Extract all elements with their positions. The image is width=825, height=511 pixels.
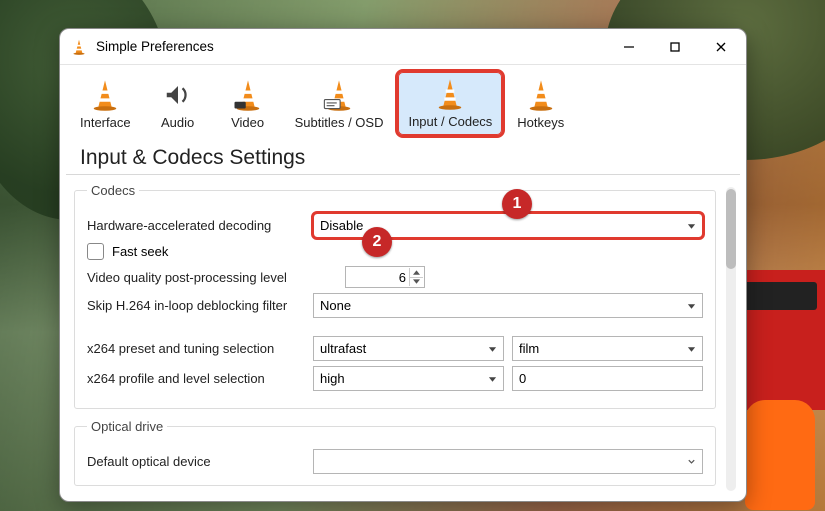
close-button[interactable] <box>698 31 744 63</box>
tab-video[interactable]: Video <box>213 71 283 138</box>
row-x264-profile: x264 profile and level selection high 0 <box>87 366 703 391</box>
vertical-scrollbar[interactable] <box>726 187 736 491</box>
preferences-window: Simple Preferences Interface Audio Video <box>59 28 747 502</box>
chevron-down-icon <box>687 298 696 313</box>
group-codecs: Codecs Hardware-accelerated decoding Dis… <box>74 183 716 409</box>
fast-seek-label: Fast seek <box>112 244 168 259</box>
postproc-spinner[interactable]: 6 <box>345 266 425 288</box>
x264-tuning-value: film <box>519 341 539 356</box>
row-postproc: Video quality post-processing level 6 <box>87 266 703 288</box>
tab-interface[interactable]: Interface <box>68 71 143 138</box>
tab-label: Input / Codecs <box>408 114 492 129</box>
postproc-label: Video quality post-processing level <box>87 270 345 285</box>
tab-label: Interface <box>80 115 131 130</box>
row-hw-decoding: Hardware-accelerated decoding Disable <box>87 213 703 238</box>
maximize-button[interactable] <box>652 31 698 63</box>
audio-icon <box>160 77 196 113</box>
scrollbar-thumb[interactable] <box>726 189 736 269</box>
chevron-down-icon <box>687 218 696 233</box>
minimize-button[interactable] <box>606 31 652 63</box>
x264-profile-label: x264 profile and level selection <box>87 371 313 386</box>
chevron-down-icon <box>488 371 497 386</box>
skip-deblock-select[interactable]: None <box>313 293 703 318</box>
spinner-down-icon[interactable] <box>409 278 423 287</box>
default-optical-select[interactable] <box>313 449 703 474</box>
x264-preset-label: x264 preset and tuning selection <box>87 341 313 356</box>
row-x264-preset: x264 preset and tuning selection ultrafa… <box>87 336 703 361</box>
tab-subtitles[interactable]: Subtitles / OSD <box>283 71 396 138</box>
x264-tuning-select[interactable]: film <box>512 336 703 361</box>
hw-decoding-value: Disable <box>320 218 363 233</box>
x264-level-value: 0 <box>519 371 526 386</box>
chevron-down-icon <box>687 454 696 469</box>
settings-content: Codecs Hardware-accelerated decoding Dis… <box>60 175 726 501</box>
x264-profile-value: high <box>320 371 345 386</box>
tab-hotkeys[interactable]: Hotkeys <box>505 71 576 138</box>
x264-preset-value: ultrafast <box>320 341 366 356</box>
x264-level-input[interactable]: 0 <box>512 366 703 391</box>
skip-deblock-value: None <box>320 298 351 313</box>
group-legend: Codecs <box>87 183 139 198</box>
skip-deblock-label: Skip H.264 in-loop deblocking filter <box>87 298 313 313</box>
checkbox-box <box>87 243 104 260</box>
category-tabs: Interface Audio Video Subtitles / OSD In… <box>60 65 746 138</box>
tab-label: Audio <box>161 115 194 130</box>
window-title: Simple Preferences <box>96 39 214 54</box>
video-icon <box>230 77 266 113</box>
default-optical-label: Default optical device <box>87 454 313 469</box>
subtitles-icon <box>321 77 357 113</box>
postproc-value: 6 <box>399 270 406 285</box>
x264-preset-select[interactable]: ultrafast <box>313 336 504 361</box>
hotkeys-icon <box>523 77 559 113</box>
tab-label: Hotkeys <box>517 115 564 130</box>
row-skip-deblock: Skip H.264 in-loop deblocking filter Non… <box>87 293 703 318</box>
tab-label: Subtitles / OSD <box>295 115 384 130</box>
group-optical: Optical drive Default optical device <box>74 419 716 486</box>
vlc-cone-icon <box>70 38 88 56</box>
x264-profile-select[interactable]: high <box>313 366 504 391</box>
page-title: Input & Codecs Settings <box>80 146 305 170</box>
tab-audio[interactable]: Audio <box>143 71 213 138</box>
row-default-optical: Default optical device <box>87 449 703 474</box>
interface-icon <box>87 77 123 113</box>
hw-decoding-label: Hardware-accelerated decoding <box>87 218 313 233</box>
chevron-down-icon <box>488 341 497 356</box>
spinner-up-icon[interactable] <box>409 268 423 278</box>
input-codecs-icon <box>432 76 468 112</box>
group-legend: Optical drive <box>87 419 167 434</box>
fast-seek-checkbox[interactable]: Fast seek <box>87 243 703 260</box>
chevron-down-icon <box>687 341 696 356</box>
tab-input-codecs[interactable]: Input / Codecs <box>395 69 505 138</box>
annotation-callout-1: 1 <box>502 189 532 219</box>
titlebar: Simple Preferences <box>60 29 746 65</box>
tab-label: Video <box>231 115 264 130</box>
annotation-callout-2: 2 <box>362 227 392 257</box>
